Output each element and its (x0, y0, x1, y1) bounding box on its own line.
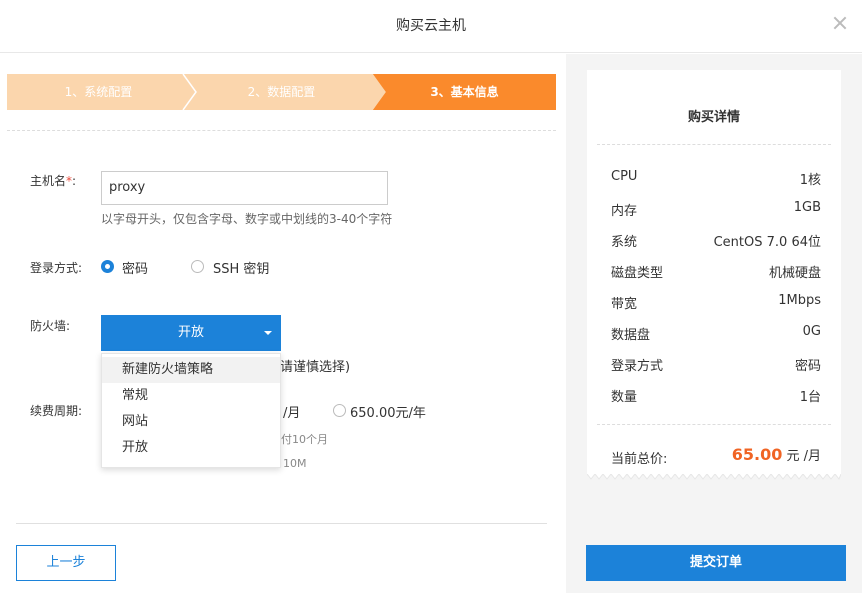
firewall-note: 请谨慎选择) (280, 360, 351, 375)
summary-row-key: 数据盘 (611, 328, 651, 343)
total-price: 65.00 元 /月 (732, 445, 821, 464)
dialog-header: 购买云主机 (0, 0, 862, 53)
receipt-edge-icon (587, 474, 841, 480)
summary-row-key: CPU (611, 169, 638, 184)
summary-row-value: CentOS 7.0 64位 (713, 235, 821, 250)
firewall-option-open[interactable]: 开放 (102, 435, 280, 461)
summary-row: 带宽 1Mbps (611, 293, 821, 313)
total-amount: 65.00 (731, 445, 783, 464)
summary-row: 内存 1GB (611, 200, 821, 220)
total-unit: 元 /月 (782, 449, 821, 464)
billing-cycle-label: 续费周期: (30, 404, 83, 418)
summary-row-value: 1Mbps (778, 293, 821, 308)
firewall-select[interactable]: 开放 (101, 315, 281, 351)
summary-row-key: 内存 (611, 204, 638, 219)
hostname-label: 主机名*: (30, 174, 77, 188)
billing-yearly-radio[interactable] (333, 404, 346, 417)
summary-row-key: 系统 (611, 235, 638, 250)
total-price-label: 当前总价: (611, 452, 668, 467)
bandwidth-note: 10M (283, 457, 307, 470)
login-ssh-radio[interactable] (191, 260, 204, 273)
summary-row-value: 机械硬盘 (768, 266, 821, 281)
summary-title: 购买详情 (687, 110, 740, 125)
firewall-option-normal[interactable]: 常规 (102, 383, 280, 409)
step-end-icon (546, 74, 556, 110)
order-summary-card: 购买详情 CPU 1核内存 1GB 系统 CentOS 7.0 64位磁盘类型 机械硬盘带… (587, 70, 841, 480)
divider (597, 424, 831, 425)
step-separator-icon (182, 74, 197, 110)
billing-yearly-label[interactable]: 650.00元/年 (350, 402, 426, 421)
form-panel: 1、系统配置 2、数据配置 3、基本信息 主机名*: proxy 以字母开头，仅… (0, 54, 566, 593)
summary-row-key: 磁盘类型 (611, 266, 664, 281)
summary-row: 磁盘类型 机械硬盘 (611, 262, 821, 282)
divider (597, 144, 831, 145)
step-basic-info: 3、基本信息 (373, 74, 556, 110)
summary-row-value: 密码 (794, 359, 821, 374)
submit-order-button[interactable]: 提交订单 (586, 545, 846, 581)
login-password-radio[interactable] (101, 260, 114, 273)
login-ssh-label[interactable]: SSH 密钥 (213, 258, 269, 277)
summary-row-value: 1GB (793, 200, 821, 215)
firewall-option-website[interactable]: 网站 (102, 409, 280, 435)
summary-row: 系统 CentOS 7.0 64位 (611, 231, 821, 251)
step-arrow-icon (366, 74, 386, 110)
step-indicator: 1、系统配置 2、数据配置 3、基本信息 (7, 74, 556, 110)
prev-step-button[interactable]: 上一步 (16, 545, 116, 581)
summary-row: 数量 1台 (611, 386, 821, 406)
billing-monthly-price: /月 (283, 406, 301, 421)
caret-down-icon (264, 331, 272, 335)
login-password-label[interactable]: 密码 (122, 258, 148, 277)
firewall-label: 防火墙: (30, 319, 71, 333)
divider (7, 130, 556, 131)
summary-row-key: 数量 (611, 390, 638, 405)
footer-divider (16, 523, 547, 524)
summary-row-value: 1核 (799, 173, 821, 188)
close-icon[interactable] (832, 15, 848, 31)
summary-row-value: 1台 (799, 390, 821, 405)
login-method-label: 登录方式: (30, 261, 83, 275)
step-data-config: 2、数据配置 (190, 74, 373, 110)
dialog-title: 购买云主机 (396, 18, 466, 34)
firewall-dropdown: 新建防火墙策略 常规 网站 开放 (101, 353, 281, 468)
summary-row: 数据盘 0G (611, 324, 821, 344)
step-system-config: 1、系统配置 (7, 74, 190, 110)
firewall-option-new[interactable]: 新建防火墙策略 (102, 357, 280, 383)
hostname-input[interactable]: proxy (101, 171, 388, 205)
summary-row: CPU 1核 (611, 169, 821, 189)
summary-row-key: 登录方式 (611, 359, 664, 374)
order-summary-panel: 购买详情 CPU 1核内存 1GB 系统 CentOS 7.0 64位磁盘类型 机械硬盘带… (566, 54, 862, 593)
billing-note: 付10个月 (281, 433, 328, 446)
summary-row-key: 带宽 (611, 297, 638, 312)
summary-row-value: 0G (802, 324, 821, 339)
hostname-hint: 以字母开头，仅包含字母、数字或中划线的3-40个字符 (101, 212, 393, 226)
summary-row: 登录方式 密码 (611, 355, 821, 375)
